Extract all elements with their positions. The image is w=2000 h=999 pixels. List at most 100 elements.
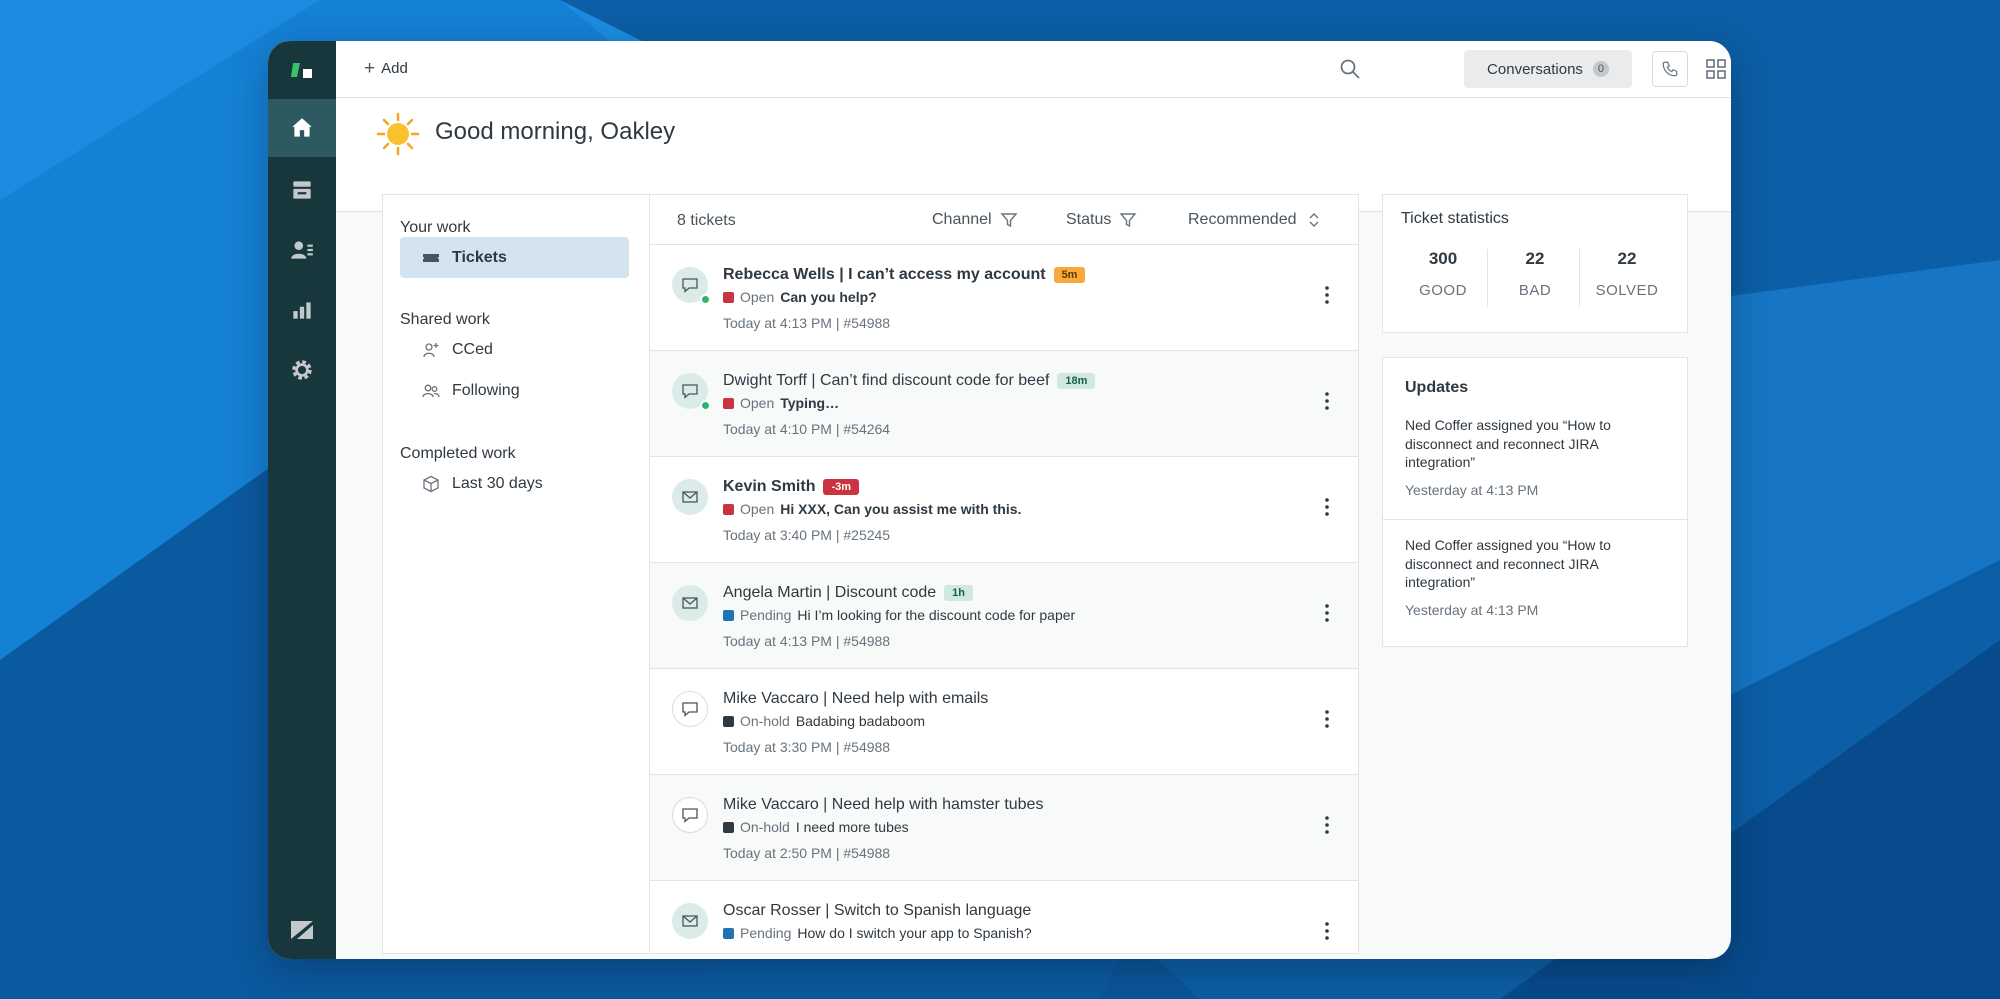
divider [1487, 249, 1488, 307]
ticket-row[interactable]: Rebecca Wells | I can’t access my accoun… [650, 245, 1358, 351]
ticket-meta: Today at 4:10 PM | #54264 [723, 421, 891, 437]
home-icon[interactable] [268, 99, 336, 157]
update-time: Yesterday at 4:13 PM [1405, 481, 1539, 498]
more-options-icon[interactable] [1324, 391, 1330, 411]
sla-badge: 5m [1053, 267, 1086, 283]
ticket-snippet: How do I switch your app to Spanish? [797, 925, 1032, 941]
updates-panel: Updates Ned Coffer assigned you “How to … [1382, 357, 1688, 647]
reporting-icon[interactable] [268, 281, 336, 339]
channel-filter-label: Channel [932, 211, 992, 228]
ticket-title-line: Mike Vaccaro | Need help with emails [723, 690, 988, 708]
channel-icon [672, 691, 708, 727]
settings-icon[interactable] [268, 341, 336, 399]
sla-badge: -3m [823, 479, 860, 495]
ticket-status-line: Pending How do I switch your app to Spani… [723, 925, 1032, 941]
more-options-icon[interactable] [1324, 921, 1330, 941]
channel-icon [672, 479, 708, 515]
mail-icon [682, 491, 698, 503]
ticket-title: Dwight Torff | Can’t find discount code … [723, 372, 1050, 389]
views-icon[interactable] [268, 161, 336, 219]
online-indicator [700, 400, 711, 411]
sort-label: Recommended [1188, 211, 1297, 228]
conversations-button[interactable]: Conversations 0 [1464, 50, 1632, 88]
plus-icon: + [364, 58, 376, 79]
channel-icon [672, 585, 708, 621]
stat-good: 300 GOOD [1397, 249, 1489, 299]
sidebar-item-tickets[interactable]: Tickets [400, 237, 629, 278]
update-item[interactable]: Ned Coffer assigned you “How to disconne… [1383, 536, 1687, 618]
ticket-snippet: Can you help? [780, 289, 877, 305]
sidebar-item-label: CCed [452, 340, 493, 358]
ticket-title: Kevin Smith [723, 478, 816, 495]
top-bar: + Add Conversations 0 [336, 41, 1731, 98]
ticket-row[interactable]: Angela Martin | Discount code 1h Pending Hi… [650, 563, 1358, 669]
ticket-list-panel: 8 tickets Channel Status Recommended Reb… [649, 194, 1359, 954]
sidebar-item-last-30-days[interactable]: Last 30 days [400, 463, 629, 504]
apps-grid-icon[interactable] [1704, 57, 1728, 81]
ticket-title: Oscar Rosser | Switch to Spanish languag… [723, 902, 1032, 919]
ticket-row[interactable]: Oscar Rosser | Switch to Spanish languag… [650, 881, 1358, 953]
completed-work-title: Completed work [400, 445, 516, 462]
sla-badge: 18m [1057, 373, 1096, 389]
status-filter[interactable]: Status [1066, 211, 1137, 229]
ticket-statistics-panel: Ticket statistics 300 GOOD 22 BAD 22 SOL… [1382, 194, 1688, 333]
ticket-status: Open [740, 395, 775, 411]
status-square [723, 609, 734, 621]
ticket-status-line: Open Typing… [723, 395, 839, 411]
chat-icon [682, 702, 698, 717]
sidebar-item-label: Following [452, 381, 520, 399]
stat-bad: 22 BAD [1489, 249, 1581, 299]
ticket-snippet: Typing… [780, 395, 840, 411]
status-square [723, 927, 734, 939]
update-item[interactable]: Ned Coffer assigned you “How to disconne… [1383, 416, 1687, 498]
zendesk-logo-icon[interactable] [268, 41, 336, 99]
channel-filter[interactable]: Channel [932, 211, 1018, 229]
sidebar-item-following[interactable]: Following [400, 370, 629, 411]
nav-rail [268, 41, 336, 959]
conversations-label: Conversations [1487, 60, 1583, 78]
phone-button[interactable] [1652, 51, 1688, 87]
ticket-row[interactable]: Mike Vaccaro | Need help with hamster tu… [650, 775, 1358, 881]
more-options-icon[interactable] [1324, 285, 1330, 305]
ticket-status-line: On-hold I need more tubes [723, 819, 909, 835]
ticket-icon [423, 253, 439, 262]
sidebar-item-cced[interactable]: CCed [400, 329, 629, 370]
filter-icon [1000, 213, 1018, 228]
ticket-status-line: Open Can you help? [723, 289, 877, 305]
mail-icon [682, 597, 698, 609]
stats-title: Ticket statistics [1401, 210, 1509, 227]
ticket-row[interactable]: Kevin Smith -3m Open Hi XXX, Can you assist… [650, 457, 1358, 563]
updates-title: Updates [1405, 379, 1469, 396]
divider [1383, 519, 1687, 520]
customers-icon[interactable] [268, 221, 336, 279]
more-options-icon[interactable] [1324, 709, 1330, 729]
status-square [723, 821, 734, 833]
cube-icon [423, 475, 439, 492]
ticket-title-line: Rebecca Wells | I can’t access my accoun… [723, 266, 1086, 284]
chat-icon [682, 278, 698, 293]
more-options-icon[interactable] [1324, 815, 1330, 835]
ticket-row[interactable]: Mike Vaccaro | Need help with emails On-h… [650, 669, 1358, 775]
mail-icon [682, 915, 698, 927]
ticket-meta: Today at 3:40 PM | #25245 [723, 527, 891, 543]
ticket-row[interactable]: Dwight Torff | Can’t find discount code … [650, 351, 1358, 457]
more-options-icon[interactable] [1324, 603, 1330, 623]
sort-dropdown[interactable]: Recommended [1188, 211, 1323, 229]
ticket-title-line: Kevin Smith -3m [723, 478, 860, 496]
stat-value: 22 [1525, 249, 1545, 268]
add-button[interactable]: + Add [364, 59, 408, 78]
more-options-icon[interactable] [1324, 497, 1330, 517]
sort-icon [1309, 213, 1318, 227]
ticket-title: Angela Martin | Discount code [723, 584, 937, 601]
work-panel: Your work Tickets Shared work CCed Follo… [382, 194, 649, 954]
ticket-snippet: Badabing badaboom [795, 713, 926, 729]
status-square [723, 715, 734, 727]
update-message: Ned Coffer assigned you “How to disconne… [1405, 417, 1611, 470]
search-icon[interactable] [1338, 57, 1362, 81]
conversations-count-badge: 0 [1592, 61, 1609, 77]
greeting-title: Good morning, Oakley [435, 118, 676, 145]
ticket-title-line: Oscar Rosser | Switch to Spanish languag… [723, 902, 1031, 920]
list-header: 8 tickets Channel Status Recommended [650, 195, 1358, 245]
person-add-icon [423, 342, 439, 357]
update-time: Yesterday at 4:13 PM [1405, 601, 1539, 618]
